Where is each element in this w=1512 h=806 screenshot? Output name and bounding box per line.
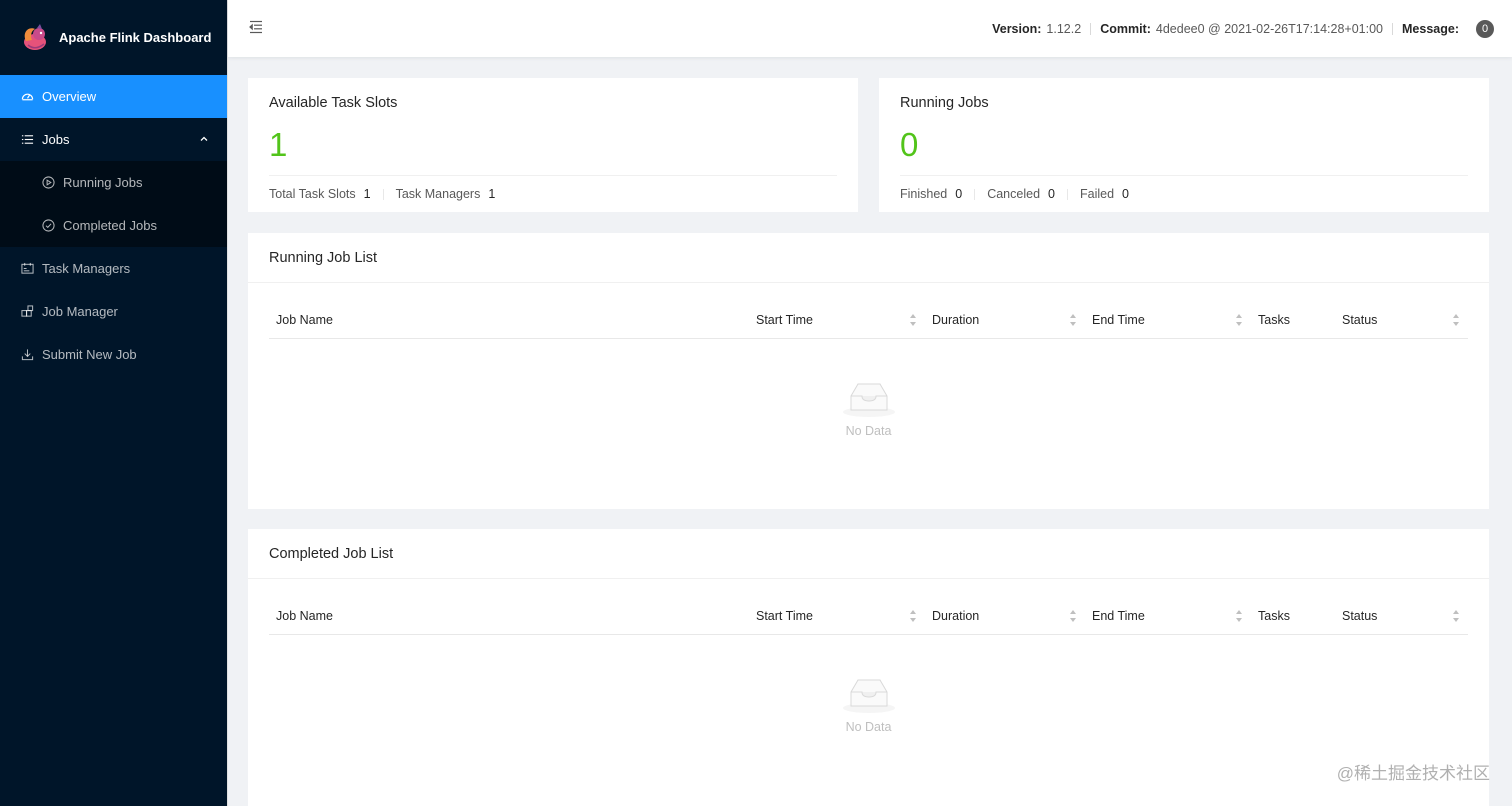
chevron-up-icon	[199, 132, 209, 147]
completed-job-list-card: Completed Job List Job Name Start Time D…	[248, 529, 1489, 806]
divider	[1066, 188, 1068, 200]
divider	[900, 175, 1468, 176]
divider	[248, 578, 1489, 579]
nav-menu: Overview Jobs Running Jobs Completed Job…	[0, 75, 227, 376]
running-job-list-card: Running Job List Job Name Start Time Dur…	[248, 233, 1489, 509]
version-value: 1.12.2	[1046, 21, 1082, 36]
column-header-job-name: Job Name	[276, 313, 333, 327]
column-header-duration[interactable]: Duration	[932, 302, 979, 338]
list-icon	[20, 133, 34, 147]
sidebar-item-label: Running Jobs	[63, 175, 143, 190]
empty-text: No Data	[845, 424, 892, 438]
sidebar-item-completed-jobs[interactable]: Completed Jobs	[0, 204, 227, 247]
running-jobs-card: Running Jobs 0 Finished 0 Canceled 0 Fai…	[879, 78, 1489, 212]
empty-state: No Data	[248, 674, 1489, 734]
empty-inbox-icon	[842, 383, 895, 417]
empty-inbox-icon	[842, 679, 895, 713]
sidebar-item-label: Task Managers	[42, 261, 131, 276]
column-header-tasks: Tasks	[1258, 313, 1290, 327]
check-circle-icon	[41, 219, 55, 233]
column-header-end-time[interactable]: End Time	[1092, 598, 1145, 634]
version-label: Version:	[992, 21, 1042, 36]
card-title: Completed Job List	[269, 546, 394, 562]
commit-label: Commit:	[1100, 21, 1151, 36]
jobs-submenu: Running Jobs Completed Jobs	[0, 161, 227, 247]
sidebar-item-label: Jobs	[42, 132, 70, 147]
sort-icon[interactable]	[1452, 609, 1460, 623]
finished-label: Finished	[900, 187, 948, 201]
app-title: Apache Flink Dashboard	[59, 30, 212, 45]
divider	[382, 188, 384, 200]
column-header-status[interactable]: Status	[1342, 302, 1377, 338]
table-header: Job Name Start Time Duration End Time Ta…	[269, 302, 1468, 339]
sidebar-item-label: Job Manager	[42, 304, 118, 319]
sidebar-item-job-manager[interactable]: Job Manager	[0, 290, 227, 333]
sidebar-item-overview[interactable]: Overview	[0, 75, 227, 118]
sort-icon[interactable]	[1069, 313, 1077, 327]
empty-text: No Data	[845, 720, 892, 734]
card-title: Available Task Slots	[269, 95, 398, 111]
message-badge[interactable]: 0	[1476, 19, 1494, 38]
canceled-value: 0	[1048, 187, 1055, 201]
table-header: Job Name Start Time Duration End Time Ta…	[269, 598, 1468, 635]
divider	[1090, 22, 1092, 35]
column-header-end-time[interactable]: End Time	[1092, 302, 1145, 338]
running-jobs-value: 0	[900, 126, 919, 163]
dashboard-icon	[20, 90, 34, 104]
total-slots-label: Total Task Slots	[269, 187, 356, 201]
total-slots-value: 1	[363, 187, 371, 201]
empty-state: No Data	[248, 378, 1489, 438]
divider	[974, 188, 976, 200]
flink-squirrel-logo-icon	[24, 23, 46, 50]
task-managers-value: 1	[488, 187, 496, 201]
commit-value: 4dedee0 @ 2021-02-26T17:14:28+01:00	[1155, 21, 1384, 36]
play-circle-icon	[41, 176, 55, 190]
failed-label: Failed	[1079, 187, 1115, 201]
divider	[269, 175, 837, 176]
sort-icon[interactable]	[1069, 609, 1077, 623]
schedule-icon	[20, 262, 34, 276]
message-label: Message:	[1402, 21, 1459, 36]
watermark: @稀土掘金技术社区	[1336, 764, 1490, 783]
column-header-job-name: Job Name	[276, 609, 333, 623]
sidebar-item-label: Overview	[42, 89, 97, 104]
column-header-start-time[interactable]: Start Time	[756, 302, 813, 338]
sidebar-item-jobs[interactable]: Jobs	[0, 118, 227, 161]
build-icon	[20, 305, 34, 319]
card-title: Running Job List	[269, 250, 378, 266]
upload-icon	[20, 348, 34, 362]
task-managers-label: Task Managers	[395, 187, 481, 201]
sort-icon[interactable]	[909, 313, 917, 327]
canceled-label: Canceled	[987, 187, 1041, 201]
card-title: Running Jobs	[900, 95, 989, 111]
available-slots-value: 1	[269, 126, 288, 163]
card-footer: Total Task Slots 1 Task Managers 1	[269, 187, 495, 201]
menu-fold-icon[interactable]	[248, 19, 266, 37]
task-slots-card: Available Task Slots 1 Total Task Slots …	[248, 78, 858, 212]
column-header-tasks: Tasks	[1258, 609, 1290, 623]
column-header-duration[interactable]: Duration	[932, 598, 979, 634]
version-info: Version: 1.12.2 Commit: 4dedee0 @ 2021-0…	[992, 0, 1494, 57]
card-footer: Finished 0 Canceled 0 Failed 0	[900, 187, 1129, 201]
failed-value: 0	[1122, 187, 1129, 201]
sidebar-item-submit-new-job[interactable]: Submit New Job	[0, 333, 227, 376]
top-header: Version: 1.12.2 Commit: 4dedee0 @ 2021-0…	[228, 0, 1512, 57]
column-header-status[interactable]: Status	[1342, 598, 1377, 634]
sidebar-item-label: Completed Jobs	[63, 218, 157, 233]
sort-icon[interactable]	[1235, 313, 1243, 327]
brand[interactable]: Apache Flink Dashboard	[0, 0, 227, 75]
sidebar-item-task-managers[interactable]: Task Managers	[0, 247, 227, 290]
sidebar-item-running-jobs[interactable]: Running Jobs	[0, 161, 227, 204]
column-header-start-time[interactable]: Start Time	[756, 598, 813, 634]
sort-icon[interactable]	[1452, 313, 1460, 327]
finished-value: 0	[955, 187, 963, 201]
sort-icon[interactable]	[909, 609, 917, 623]
divider	[248, 282, 1489, 283]
sidebar: Apache Flink Dashboard Overview Jobs Run…	[0, 0, 228, 806]
divider	[1392, 22, 1394, 35]
sidebar-item-label: Submit New Job	[42, 347, 137, 362]
sort-icon[interactable]	[1235, 609, 1243, 623]
